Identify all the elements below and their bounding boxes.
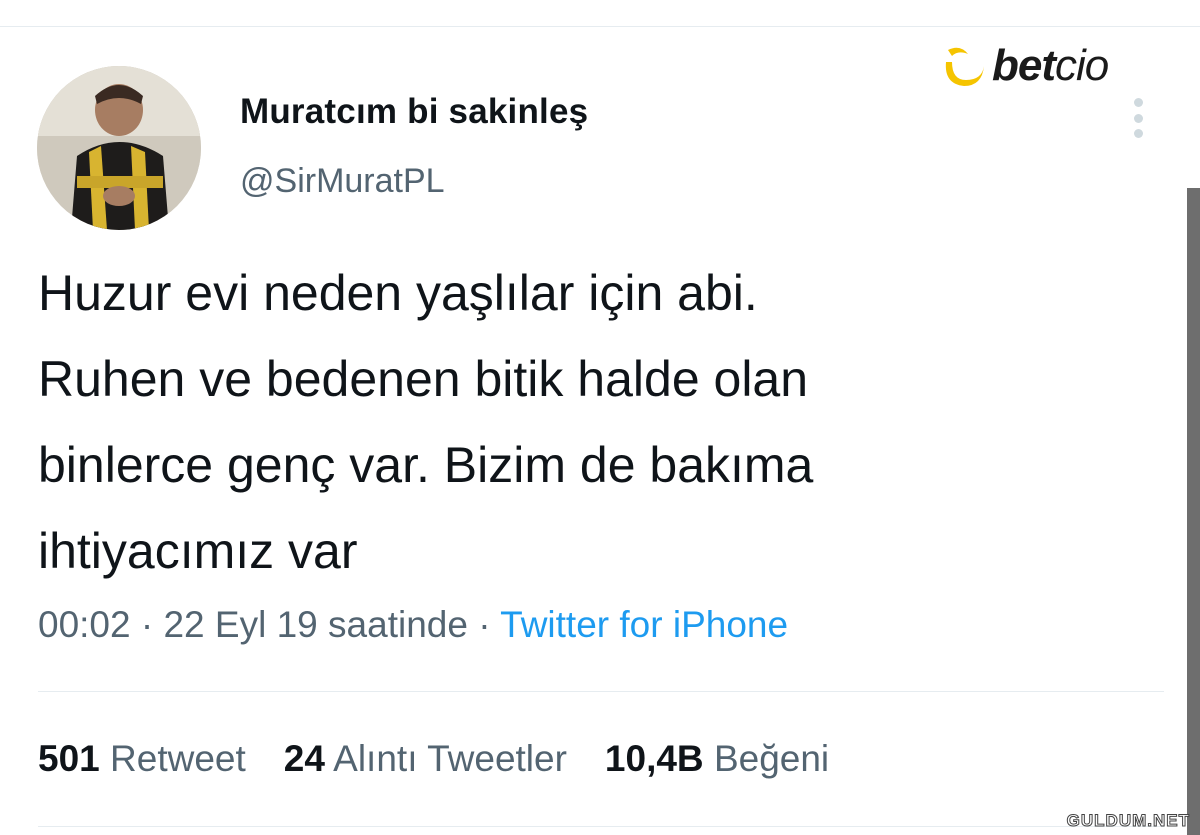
brand-wordmark: betcio xyxy=(992,41,1109,91)
brand-wordmark-bold: bet xyxy=(992,41,1056,90)
tweet-meta: 00:02 · 22 Eyl 19 saatinde · Twitter for… xyxy=(38,604,788,646)
quotes-label: Alıntı Tweetler xyxy=(333,738,567,779)
meta-separator: · xyxy=(140,604,154,645)
likes-label: Beğeni xyxy=(713,738,830,779)
retweets-count: 501 xyxy=(38,738,100,779)
bottom-divider xyxy=(38,826,1164,827)
retweets-label: Retweet xyxy=(110,738,246,779)
quotes-stat[interactable]: 24 Alıntı Tweetler xyxy=(284,738,567,780)
likes-count: 10,4B xyxy=(604,738,704,779)
brand-logo: betcio xyxy=(938,38,1109,94)
brand-swoosh-icon xyxy=(945,47,984,86)
more-vertical-icon[interactable] xyxy=(1128,98,1148,138)
scrollbar[interactable] xyxy=(1187,188,1200,835)
more-dot xyxy=(1133,113,1143,123)
likes-stat[interactable]: 10,4B Beğeni xyxy=(605,738,829,780)
avatar[interactable] xyxy=(37,66,201,230)
top-divider xyxy=(0,26,1200,27)
display-name[interactable]: Muratcım bi sakinleş xyxy=(240,92,588,132)
tweet-time[interactable]: 00:02 xyxy=(38,604,131,645)
tweet-source-link[interactable]: Twitter for iPhone xyxy=(500,604,788,645)
brand-wordmark-light: cio xyxy=(1055,41,1109,90)
watermark: GULDUM.NET xyxy=(1066,811,1190,831)
tweet-screenshot: Muratcım bi sakinleş @SirMuratPL betcio … xyxy=(0,0,1200,835)
user-handle[interactable]: @SirMuratPL xyxy=(240,162,445,201)
avatar-photo xyxy=(37,66,201,230)
retweets-stat[interactable]: 501 Retweet xyxy=(38,738,246,780)
quotes-count: 24 xyxy=(283,738,325,779)
tweet-stats: 501 Retweet 24 Alıntı Tweetler 10,4B Beğ… xyxy=(38,738,829,780)
tweet-date[interactable]: 22 Eyl 19 saatinde xyxy=(163,604,467,645)
more-dot xyxy=(1133,98,1143,107)
tweet-text: Huzur evi neden yaşlılar için abi. Ruhen… xyxy=(38,265,814,579)
more-dot xyxy=(1133,129,1143,138)
meta-separator: · xyxy=(478,604,491,645)
stats-divider xyxy=(38,691,1164,692)
